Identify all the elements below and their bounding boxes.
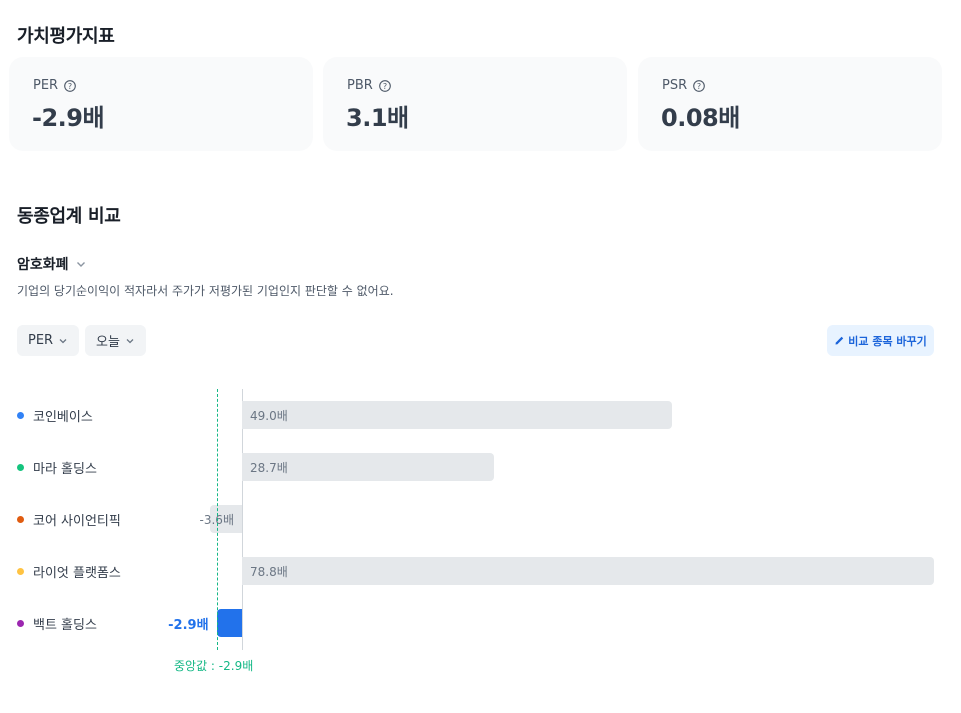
legend-dot bbox=[17, 515, 24, 523]
peer-bar bbox=[242, 401, 673, 429]
industry-description: 기업의 당기순이익이 적자라서 주가가 저평가된 기업인지 판단할 수 없어요. bbox=[17, 284, 394, 298]
psr-label: PSR bbox=[662, 78, 688, 93]
pbr-label: PBR bbox=[347, 78, 373, 93]
peer-row-label[interactable]: 라이엇 플랫폼스 bbox=[17, 561, 121, 581]
period-select[interactable]: 오늘 bbox=[85, 325, 146, 356]
help-icon[interactable]: ? bbox=[378, 79, 391, 92]
metric-select-label: PER bbox=[28, 333, 54, 348]
svg-text:?: ? bbox=[68, 82, 72, 91]
chevron-down-icon bbox=[59, 338, 67, 343]
industry-label: 암호화폐 bbox=[17, 257, 69, 273]
peer-value-label: 49.0배 bbox=[250, 408, 288, 423]
svg-text:?: ? bbox=[697, 82, 701, 91]
peer-name: 백트 홀딩스 bbox=[33, 617, 97, 633]
peer-value-label: 78.8배 bbox=[250, 564, 288, 579]
legend-dot bbox=[17, 619, 24, 627]
peer-row-label[interactable]: 코인베이스 bbox=[17, 405, 93, 425]
median-label: 중앙값 : -2.9배 bbox=[174, 659, 254, 673]
peer-value-label: 28.7배 bbox=[250, 460, 288, 475]
period-select-label: 오늘 bbox=[96, 335, 120, 350]
peer-bar bbox=[242, 557, 934, 585]
peer-name: 코어 사이언티픽 bbox=[33, 513, 121, 529]
legend-dot bbox=[17, 463, 24, 471]
industry-dropdown[interactable]: 암호화폐 bbox=[17, 254, 87, 274]
legend-dot bbox=[17, 411, 24, 419]
change-peers-button[interactable]: 비교 종목 바꾸기 bbox=[827, 325, 934, 356]
legend-dot bbox=[17, 567, 24, 575]
peer-row-label[interactable]: 코어 사이언티픽 bbox=[17, 509, 121, 529]
pbr-value: 3.1배 bbox=[346, 104, 409, 132]
per-label: PER bbox=[33, 78, 59, 93]
peer-name: 코인베이스 bbox=[33, 409, 93, 425]
pbr-card: PBR ? 3.1배 bbox=[323, 57, 627, 151]
peer-name: 라이엇 플랫폼스 bbox=[33, 565, 121, 581]
peer-title: 동종업계 비교 bbox=[17, 206, 121, 227]
chevron-down-icon bbox=[126, 338, 134, 343]
valuation-title: 가치평가지표 bbox=[17, 26, 115, 47]
change-peers-label: 비교 종목 바꾸기 bbox=[848, 334, 927, 348]
peer-bar bbox=[216, 609, 242, 637]
pencil-icon bbox=[835, 336, 844, 345]
peer-value-label: -2.9배 bbox=[168, 617, 209, 633]
psr-card: PSR ? 0.08배 bbox=[638, 57, 942, 151]
peer-name: 마라 홀딩스 bbox=[33, 461, 97, 477]
per-card: PER ? -2.9배 bbox=[9, 57, 313, 151]
peer-row-label[interactable]: 마라 홀딩스 bbox=[17, 457, 97, 477]
psr-value: 0.08배 bbox=[661, 104, 740, 132]
help-icon[interactable]: ? bbox=[64, 79, 76, 92]
per-value: -2.9배 bbox=[32, 104, 105, 132]
chevron-down-icon bbox=[76, 262, 85, 267]
metric-select[interactable]: PER bbox=[17, 325, 80, 356]
peer-row-label[interactable]: 백트 홀딩스 bbox=[17, 613, 97, 633]
svg-text:?: ? bbox=[383, 82, 387, 91]
median-line bbox=[217, 389, 218, 650]
help-icon[interactable]: ? bbox=[693, 79, 705, 92]
